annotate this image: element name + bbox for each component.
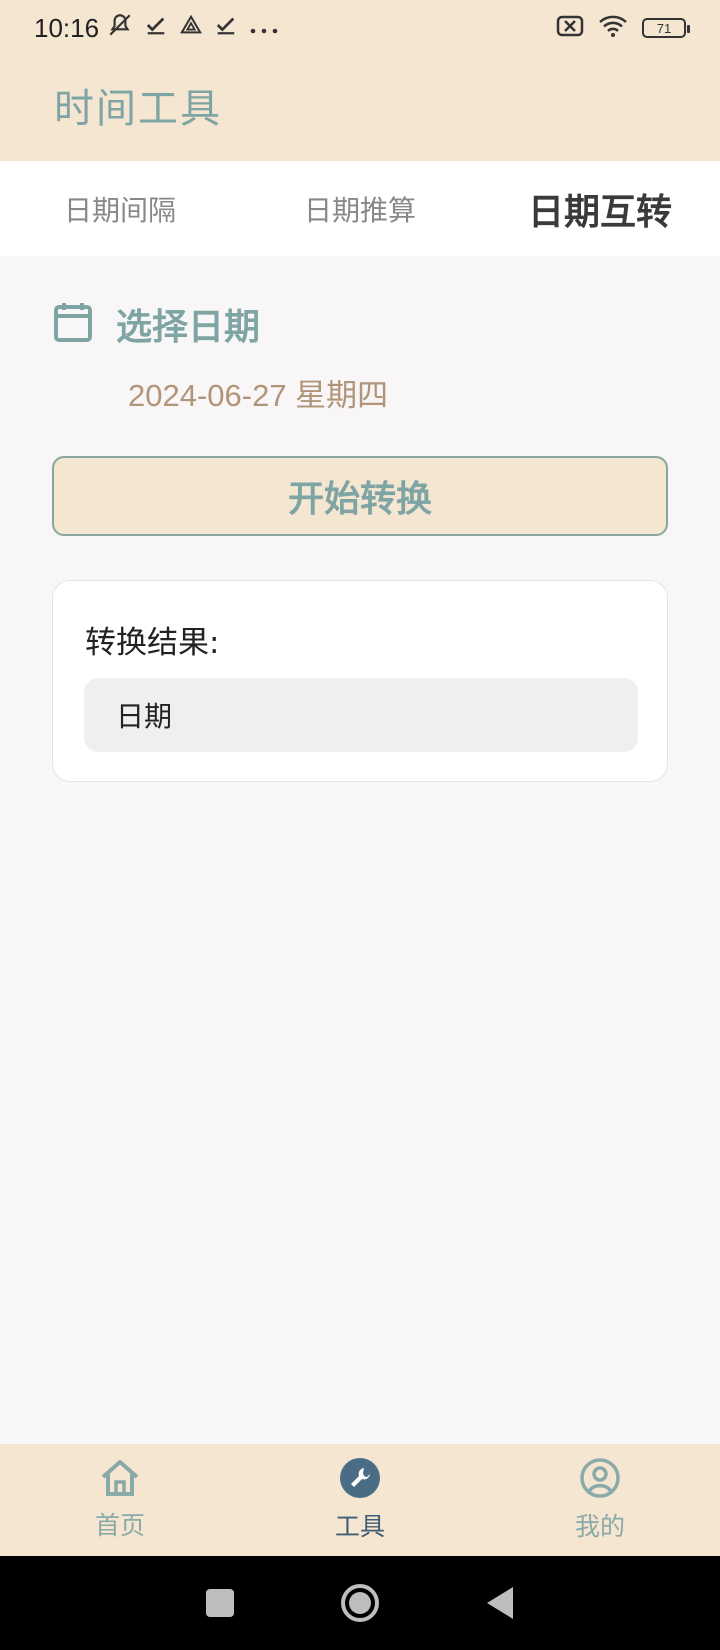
battery-level: 71 bbox=[656, 20, 672, 36]
status-left: 10:16 bbox=[34, 12, 279, 45]
check-icon bbox=[145, 13, 167, 43]
status-time: 10:16 bbox=[34, 12, 100, 43]
calendar-icon bbox=[54, 302, 92, 346]
home-circle-icon[interactable] bbox=[339, 1582, 381, 1624]
status-right: 71 bbox=[556, 14, 690, 42]
start-convert-button[interactable]: 开始转换 bbox=[52, 456, 668, 536]
recents-square-icon[interactable] bbox=[205, 1588, 235, 1618]
user-circle-icon bbox=[579, 1457, 621, 1503]
tab-date-conversion[interactable]: 日期互转 bbox=[480, 183, 720, 235]
nav-label-mine: 我的 bbox=[574, 1512, 625, 1541]
nav-label-tools: 工具 bbox=[334, 1512, 385, 1541]
nav-item-tools[interactable]: 工具 bbox=[240, 1444, 480, 1556]
date-select-header[interactable]: 选择日期 bbox=[54, 298, 674, 350]
muted-bell-icon bbox=[107, 12, 133, 45]
wrench-icon bbox=[339, 1457, 381, 1503]
home-icon bbox=[99, 1458, 141, 1502]
tab-date-calculation[interactable]: 日期推算 bbox=[240, 189, 480, 229]
more-dots-icon bbox=[249, 13, 279, 43]
result-value-box: 日期 bbox=[84, 678, 638, 752]
sim-off-icon bbox=[556, 15, 584, 41]
tab-date-interval[interactable]: 日期间隔 bbox=[0, 189, 240, 229]
date-select-title[interactable]: 选择日期 bbox=[116, 298, 260, 350]
drive-icon bbox=[179, 13, 203, 43]
tab-bar: 日期间隔 日期推算 日期互转 bbox=[0, 161, 720, 256]
result-value: 日期 bbox=[116, 700, 173, 733]
wifi-icon bbox=[598, 14, 628, 42]
battery-icon: 71 bbox=[642, 18, 690, 38]
nav-item-mine[interactable]: 我的 bbox=[480, 1444, 720, 1556]
system-nav-bar bbox=[0, 1556, 720, 1650]
nav-item-home[interactable]: 首页 bbox=[0, 1444, 240, 1556]
page-title: 时间工具 bbox=[54, 86, 222, 132]
date-select-section[interactable]: 选择日期 bbox=[54, 298, 674, 350]
check-icon bbox=[215, 13, 237, 43]
app-header: 时间工具 bbox=[0, 56, 720, 161]
bottom-nav: 首页 工具 我的 bbox=[0, 1444, 720, 1556]
status-bar: 10:16 71 bbox=[0, 0, 720, 56]
back-triangle-icon[interactable] bbox=[485, 1586, 515, 1620]
result-label: 转换结果: bbox=[85, 625, 220, 661]
selected-date-value[interactable]: 2024-06-27 星期四 bbox=[128, 370, 388, 415]
nav-label-home: 首页 bbox=[94, 1511, 145, 1540]
result-card: 转换结果: 日期 bbox=[52, 580, 668, 782]
status-notification-icons bbox=[107, 12, 279, 45]
